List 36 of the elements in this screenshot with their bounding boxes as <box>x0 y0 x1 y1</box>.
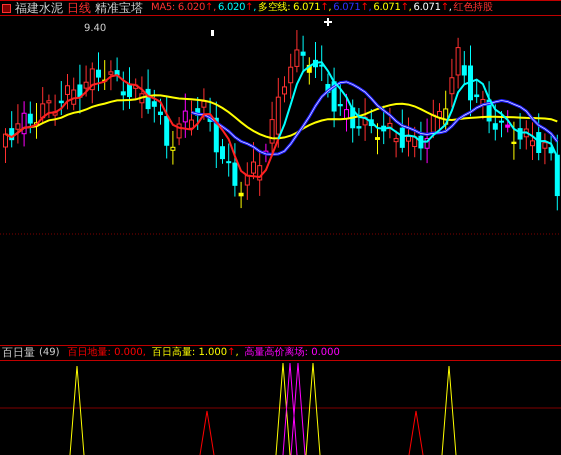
legend-value: 百日高量: 1.000 <box>152 346 228 360</box>
separator: , <box>448 1 452 15</box>
marker-icon <box>211 30 214 36</box>
up-arrow: ↑ <box>360 1 369 15</box>
up-arrow: ↑ <box>205 1 214 15</box>
separator: , <box>253 1 256 15</box>
period-label: 日线 <box>67 1 91 15</box>
separator: , <box>408 1 412 15</box>
legend-value: 红色持股 <box>454 1 492 15</box>
up-arrow: ↑ <box>400 1 409 15</box>
cross-marker-icon <box>323 17 333 27</box>
up-arrow: ↑ <box>440 1 449 15</box>
menu-square-icon[interactable] <box>2 4 11 12</box>
legend-value: 6.071 <box>414 1 441 15</box>
legend-value: 6.071 <box>333 1 360 15</box>
volume-peak <box>200 410 214 455</box>
panel-title: 百日量 <box>2 346 35 360</box>
separator: , <box>368 1 372 15</box>
separator: , <box>142 346 146 360</box>
legend-value: MA5: 6.020 <box>151 1 206 15</box>
separator: , <box>328 1 332 15</box>
separator: , <box>235 346 239 360</box>
volume-peak <box>408 410 424 455</box>
panel-param: (49) <box>39 346 60 360</box>
up-arrow: ↑ <box>245 1 254 15</box>
separator: , <box>213 1 216 15</box>
legend-value: 6.020 <box>218 1 246 15</box>
legend-value: 6.071 <box>373 1 401 15</box>
high-price-label: 9.40 <box>84 24 106 34</box>
up-arrow: ↑ <box>320 1 328 15</box>
legend-value: 百日地量: 0.000 <box>68 346 143 360</box>
indicator-name: 精准宝塔 <box>95 1 143 15</box>
legend-value: 多空线: 6.071 <box>258 1 320 15</box>
stock-name: 福建水泥 <box>15 1 63 15</box>
legend-value: 高量高价离场: 0.000 <box>244 346 340 360</box>
up-arrow: ↑ <box>227 346 236 360</box>
